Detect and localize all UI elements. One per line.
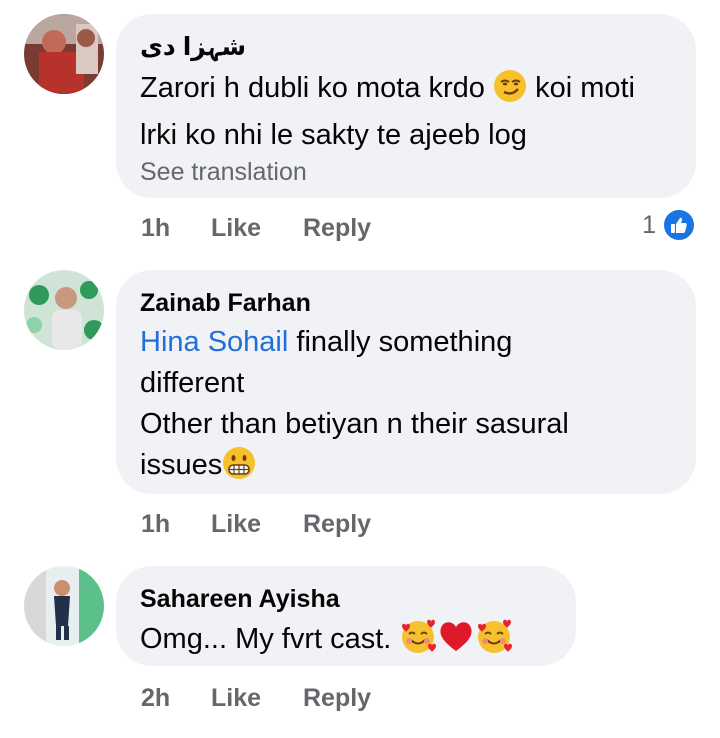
reply-button[interactable]: Reply xyxy=(303,510,371,539)
reaction-summary[interactable]: 1 xyxy=(642,208,696,242)
red-heart-icon xyxy=(437,618,475,666)
smirk-icon xyxy=(493,69,527,115)
comment-bubble: شہزا دی Zarori h dubli ko mota krdo koi … xyxy=(116,14,696,198)
reply-button[interactable]: Reply xyxy=(303,214,371,243)
comment-time[interactable]: 1h xyxy=(141,510,211,539)
avatar[interactable] xyxy=(24,270,104,350)
comment-text: Omg... My fvrt cast. xyxy=(140,618,552,666)
grimace-icon xyxy=(222,446,256,492)
like-button[interactable]: Like xyxy=(211,510,303,539)
comment-time[interactable]: 1h xyxy=(141,214,211,243)
smiling-face-with-hearts-icon xyxy=(475,618,513,666)
comment-time[interactable]: 2h xyxy=(141,684,211,713)
like-button[interactable]: Like xyxy=(211,684,303,713)
comment-text: Hina Sohail finally something different … xyxy=(140,322,672,492)
comment-text-part: Other than betiyan n their sasural xyxy=(140,408,569,440)
mention-link[interactable]: Hina Sohail xyxy=(140,326,288,358)
comment-author[interactable]: Zainab Farhan xyxy=(140,288,672,318)
thumbs-up-icon xyxy=(662,208,696,242)
comment-author[interactable]: شہزا دی xyxy=(140,32,672,62)
comment-actions: 2h Like Reply xyxy=(141,681,371,715)
avatar[interactable] xyxy=(24,566,104,646)
comment-actions: 1h Like Reply xyxy=(141,211,371,245)
avatar[interactable] xyxy=(24,14,104,94)
comment-text: Zarori h dubli ko mota krdo koi moti lrk… xyxy=(140,68,672,156)
see-translation-link[interactable]: See translation xyxy=(140,156,672,188)
smiling-face-with-hearts-icon xyxy=(399,618,437,666)
comment-text-part: Zarori h dubli ko mota krdo xyxy=(140,72,485,104)
comment-bubble: Sahareen Ayisha Omg... My fvrt cast. xyxy=(116,566,576,666)
comment-author[interactable]: Sahareen Ayisha xyxy=(140,584,552,614)
comment-text-part: Omg... My fvrt cast. xyxy=(140,623,392,655)
comment-actions: 1h Like Reply xyxy=(141,507,371,541)
comment-text-part: different xyxy=(140,367,245,399)
reaction-count: 1 xyxy=(642,210,656,239)
comment-bubble: Zainab Farhan Hina Sohail finally someth… xyxy=(116,270,696,494)
like-button[interactable]: Like xyxy=(211,214,303,243)
reply-button[interactable]: Reply xyxy=(303,684,371,713)
comment-text-part: finally something xyxy=(296,326,513,358)
comment-text-part: issues xyxy=(140,449,223,481)
